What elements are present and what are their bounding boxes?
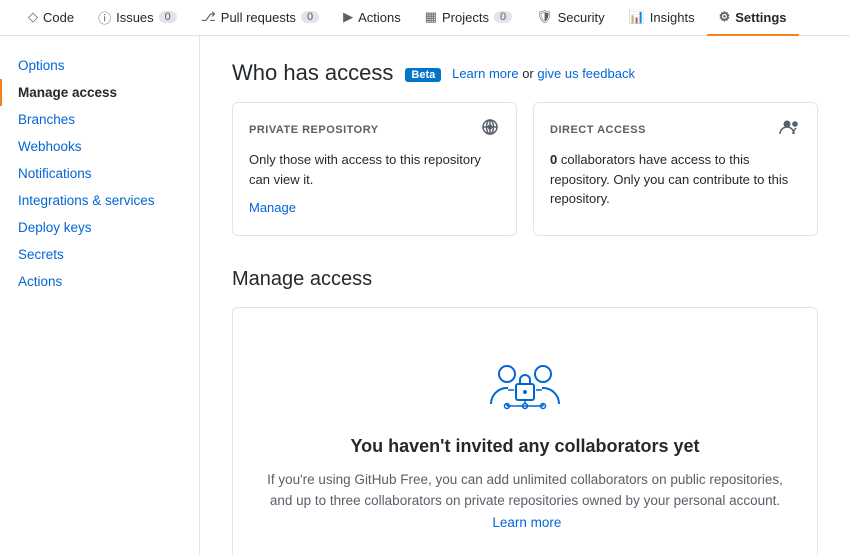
private-repo-card: PRIVATE REPOSITORY Only those with acces… [232, 102, 517, 236]
collaborators-icon [779, 119, 801, 140]
nav-item-security[interactable]: 🛡 Security [524, 0, 616, 36]
learn-more-link[interactable]: Learn more [452, 66, 518, 81]
beta-links: Beta Learn more or give us feedback [405, 66, 635, 81]
nav-settings-label: Settings [735, 10, 786, 25]
main-content: Who has access Beta Learn more or give u… [200, 36, 850, 555]
nav-item-actions[interactable]: ▶ Actions [331, 0, 413, 36]
direct-card-header: DIRECT ACCESS [550, 119, 801, 140]
nav-code-label: Code [43, 10, 74, 25]
nav-item-insights[interactable]: 📊 Insights [617, 0, 707, 36]
nav-security-label: Security [558, 10, 605, 25]
or-text: or [522, 66, 534, 81]
nav-pull-requests-label: Pull requests [221, 10, 296, 25]
collaborators-empty-state: You haven't invited any collaborators ye… [232, 307, 818, 556]
private-card-header: PRIVATE REPOSITORY [249, 119, 500, 140]
projects-badge: 0 [494, 11, 512, 23]
direct-access-card: DIRECT ACCESS 0 collaborators have acces… [533, 102, 818, 236]
sidebar-item-notifications[interactable]: Notifications [0, 160, 199, 187]
nav-insights-label: Insights [650, 10, 695, 25]
nav-item-settings[interactable]: ⚙ Settings [707, 0, 799, 36]
direct-card-label: DIRECT ACCESS [550, 124, 646, 136]
nav-issues-label: Issues [116, 10, 154, 25]
projects-icon: ▦ [425, 9, 437, 25]
issues-badge: 0 [159, 11, 177, 23]
pull-requests-badge: 0 [301, 11, 319, 23]
direct-card-desc: 0 collaborators have access to this repo… [550, 150, 801, 209]
nav-actions-label: Actions [358, 10, 401, 25]
invite-collaborators-icon [485, 356, 565, 416]
insights-icon: 📊 [629, 9, 645, 25]
manage-learn-more-link[interactable]: Learn more [492, 515, 561, 530]
page-layout: Options Manage access Branches Webhooks … [0, 36, 850, 555]
sidebar-item-secrets[interactable]: Secrets [0, 241, 199, 268]
nav-item-projects[interactable]: ▦ Projects 0 [413, 0, 524, 36]
sidebar-item-webhooks[interactable]: Webhooks [0, 133, 199, 160]
settings-icon: ⚙ [719, 9, 731, 25]
sidebar-item-actions[interactable]: Actions [0, 268, 199, 295]
who-has-access-title: Who has access [232, 60, 393, 86]
no-collaborators-heading: You haven't invited any collaborators ye… [257, 436, 793, 457]
private-card-label: PRIVATE REPOSITORY [249, 124, 379, 136]
code-icon: ◇ [28, 9, 38, 25]
sidebar-item-deploy-keys[interactable]: Deploy keys [0, 214, 199, 241]
private-card-desc: Only those with access to this repositor… [249, 150, 500, 189]
no-collaborators-desc-text: If you're using GitHub Free, you can add… [267, 472, 783, 509]
access-cards: PRIVATE REPOSITORY Only those with acces… [232, 102, 818, 236]
manage-access-title: Manage access [232, 268, 818, 291]
who-has-access-heading: Who has access Beta Learn more or give u… [232, 60, 818, 86]
nav-projects-label: Projects [442, 10, 489, 25]
collaborator-count: 0 [550, 152, 557, 167]
sidebar-item-branches[interactable]: Branches [0, 106, 199, 133]
sidebar-item-integrations-services[interactable]: Integrations & services [0, 187, 199, 214]
no-collaborators-description: If you're using GitHub Free, you can add… [265, 469, 785, 534]
direct-card-desc-after: collaborators have access to this reposi… [550, 152, 788, 206]
private-repo-icon [480, 119, 500, 140]
give-feedback-link[interactable]: give us feedback [537, 66, 635, 81]
actions-icon: ▶ [343, 9, 353, 25]
security-icon: 🛡 [536, 9, 553, 25]
nav-item-code[interactable]: ◇ Code [16, 0, 86, 36]
beta-badge: Beta [405, 68, 441, 82]
issues-icon: ⓘ [98, 8, 111, 27]
top-navigation: ◇ Code ⓘ Issues 0 ⎇ Pull requests 0 ▶ Ac… [0, 0, 850, 36]
sidebar-item-manage-access[interactable]: Manage access [0, 79, 199, 106]
nav-item-pull-requests[interactable]: ⎇ Pull requests 0 [189, 0, 331, 36]
manage-link[interactable]: Manage [249, 200, 296, 215]
nav-item-issues[interactable]: ⓘ Issues 0 [86, 0, 189, 36]
sidebar-item-options[interactable]: Options [0, 52, 199, 79]
sidebar: Options Manage access Branches Webhooks … [0, 36, 200, 555]
pull-request-icon: ⎇ [201, 9, 216, 25]
